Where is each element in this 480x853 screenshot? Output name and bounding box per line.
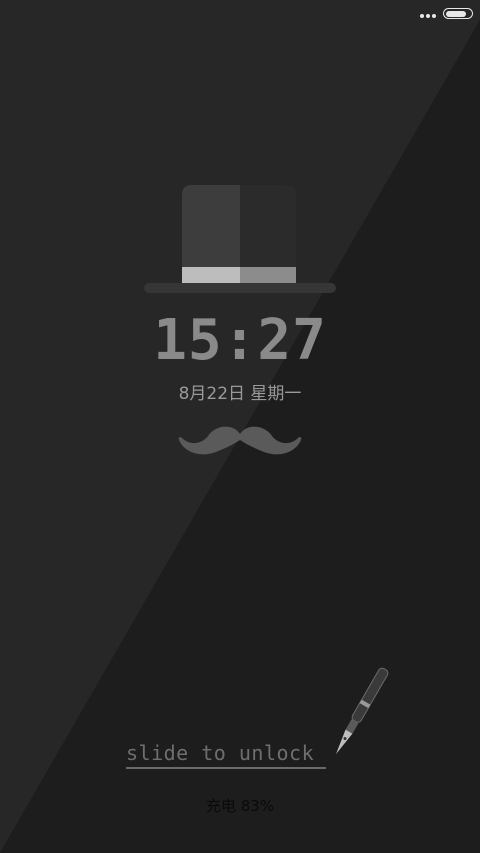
unlock-slider-track[interactable]	[126, 767, 326, 769]
slide-to-unlock-text[interactable]: slide to unlock	[126, 740, 314, 766]
status-bar	[0, 0, 480, 30]
clock-time: 15:27	[153, 308, 327, 373]
mustache-icon	[178, 426, 302, 455]
more-dots-icon	[420, 14, 436, 18]
fountain-pen-icon	[336, 667, 389, 755]
lock-screen: 15:27 8月22日 星期一 slide to unlock 充电 83%	[0, 0, 480, 853]
charging-status: 充电 83%	[205, 797, 275, 815]
battery-icon	[443, 8, 473, 19]
top-hat-icon	[144, 185, 336, 293]
clock-date: 8月22日 星期一	[178, 384, 302, 404]
battery-fill	[445, 10, 466, 17]
